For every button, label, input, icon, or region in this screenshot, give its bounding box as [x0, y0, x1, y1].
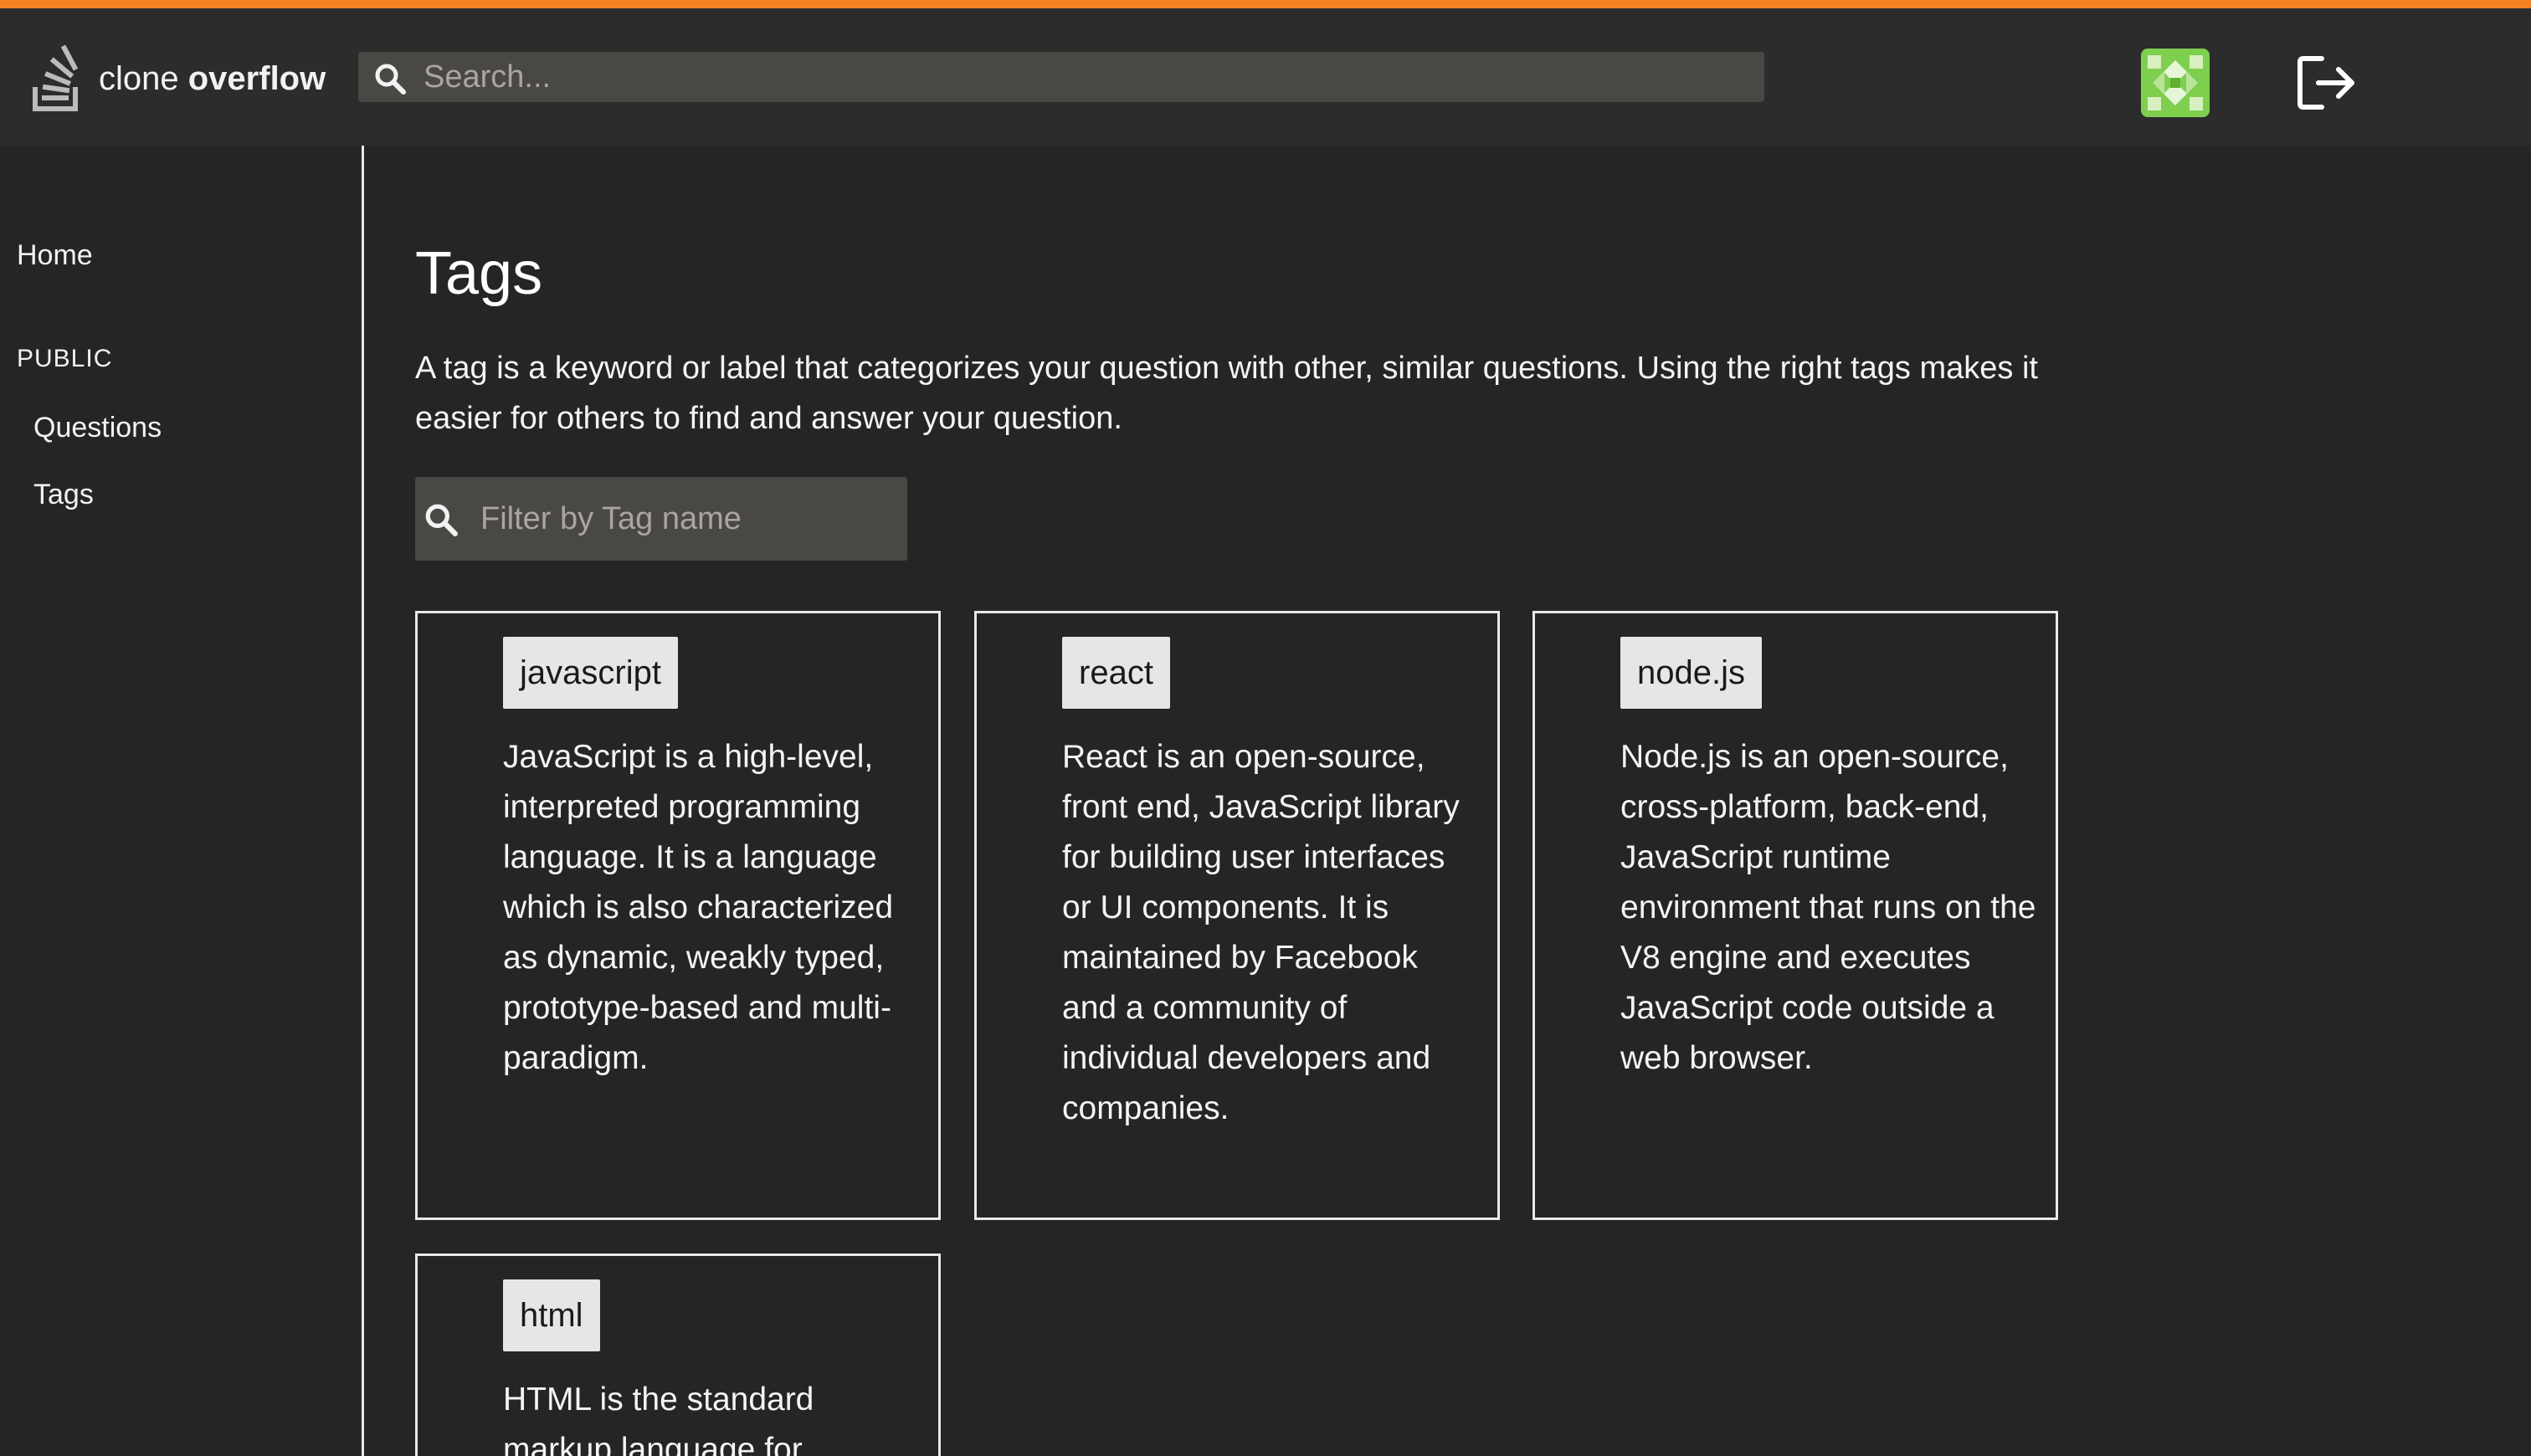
tag-filter[interactable]	[415, 477, 907, 561]
search-icon	[375, 64, 406, 95]
sidebar-divider	[362, 146, 364, 1456]
logout-icon	[2297, 56, 2354, 110]
tag-card: html HTML is the standard markup languag…	[415, 1253, 941, 1456]
tag-description: React is an open-source, front end, Java…	[1062, 739, 1460, 1126]
tag-chip[interactable]: html	[503, 1279, 600, 1351]
top-accent-bar	[0, 0, 2531, 8]
search-bar[interactable]	[358, 52, 1764, 102]
stack-logo-icon	[33, 45, 79, 111]
tag-chip[interactable]: react	[1062, 637, 1170, 709]
tag-chip[interactable]: node.js	[1620, 637, 1762, 709]
tag-card: javascript JavaScript is a high-level, i…	[415, 611, 941, 1220]
tag-chip[interactable]: javascript	[503, 637, 678, 709]
tag-description: HTML is the standard markup language for	[503, 1382, 814, 1456]
tag-filter-input[interactable]	[480, 477, 899, 561]
page-title: Tags	[415, 240, 543, 307]
sidebar-item-tags[interactable]: Tags	[33, 479, 94, 511]
tag-card: react React is an open-source, front end…	[974, 611, 1500, 1220]
logo-link[interactable]: clone overflow	[30, 44, 326, 114]
avatar-identicon	[2141, 49, 2210, 117]
tag-description: Node.js is an open-source, cross-platfor…	[1620, 739, 2036, 1076]
sidebar-heading-public: PUBLIC	[17, 345, 113, 372]
sidebar: Home PUBLIC Questions Tags	[0, 146, 363, 1456]
avatar[interactable]	[2141, 49, 2210, 117]
tag-card: node.js Node.js is an open-source, cross…	[1532, 611, 2058, 1220]
sidebar-item-home[interactable]: Home	[17, 239, 93, 272]
tag-description: JavaScript is a high-level, interpreted …	[503, 739, 894, 1076]
logo-text: clone overflow	[99, 59, 326, 97]
search-icon	[425, 504, 458, 536]
page-intro: A tag is a keyword or label that categor…	[415, 351, 2038, 436]
sidebar-item-questions[interactable]: Questions	[33, 412, 162, 444]
header: clone overflow	[0, 8, 2531, 146]
search-input[interactable]	[424, 52, 1754, 102]
logout-button[interactable]	[2293, 50, 2360, 115]
